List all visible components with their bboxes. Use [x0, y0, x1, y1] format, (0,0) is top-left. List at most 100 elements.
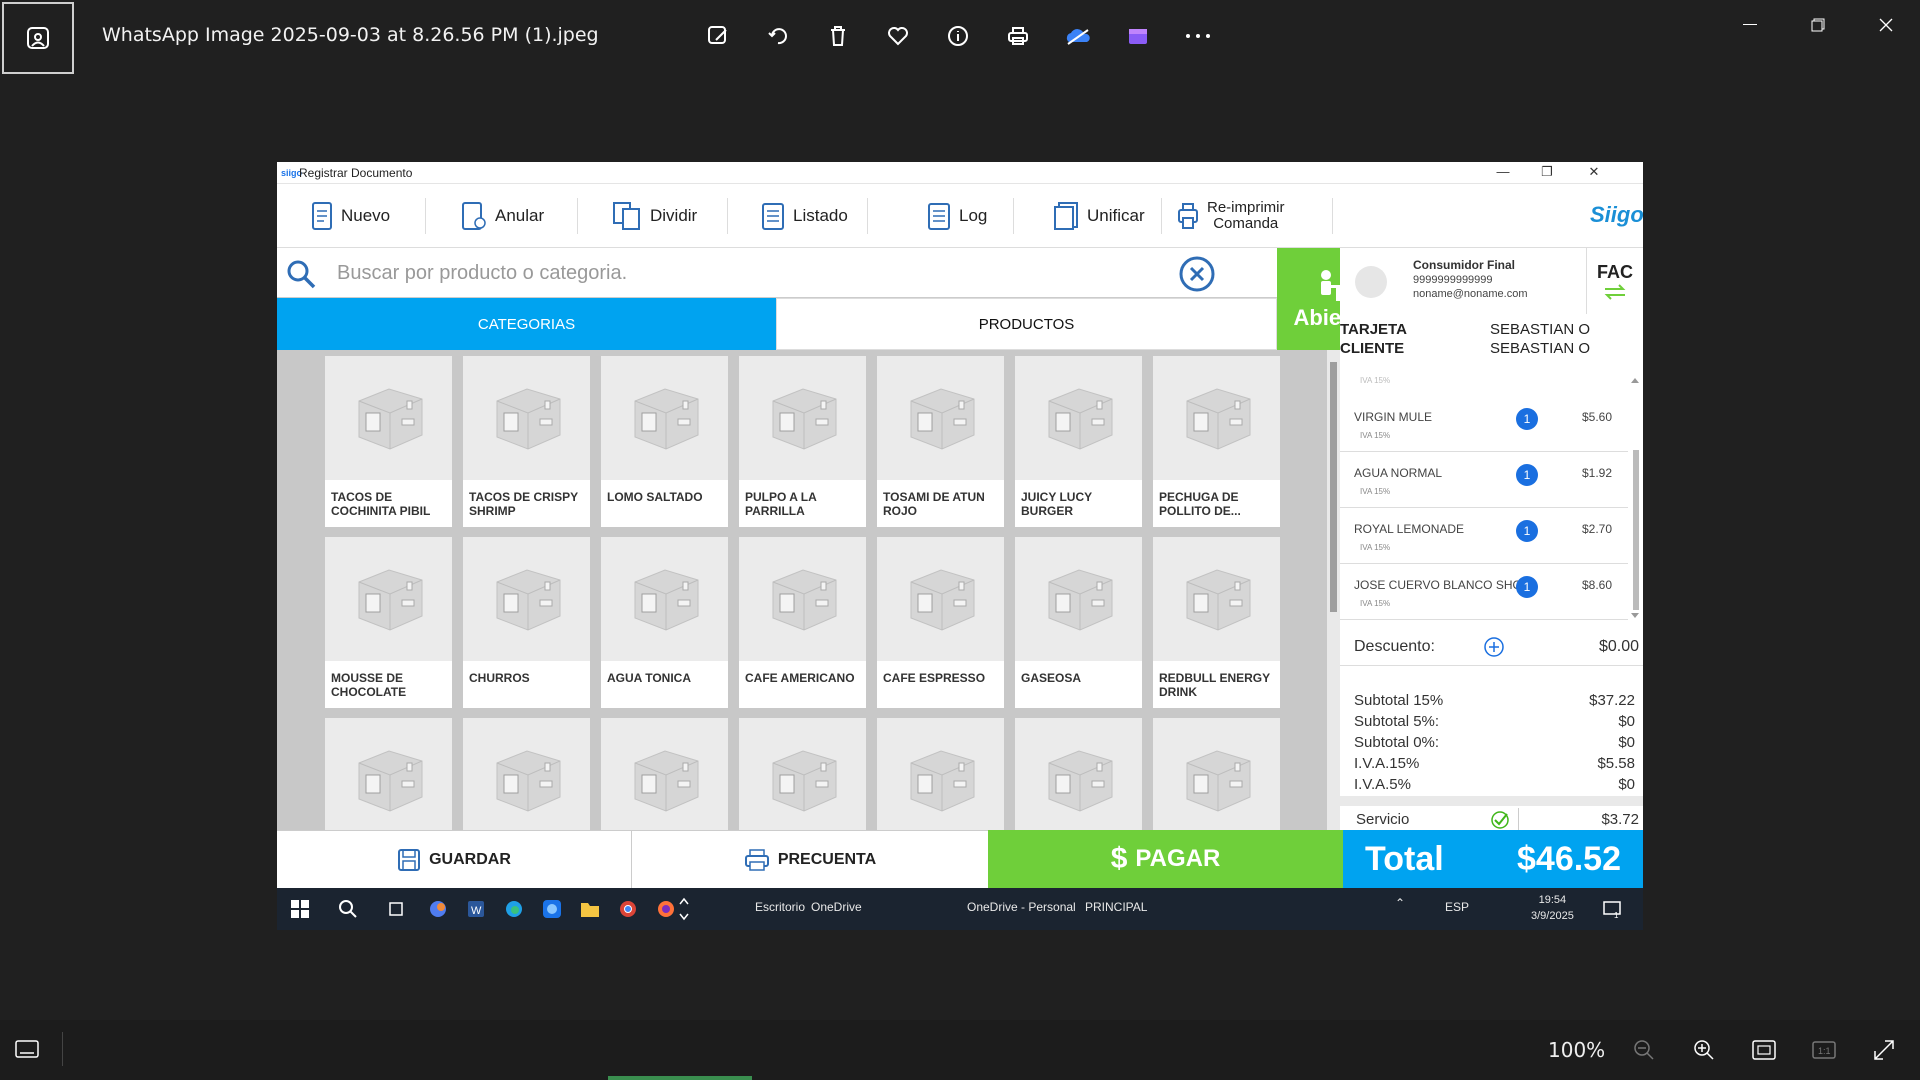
- order-item-row[interactable]: VIRGIN MULE IVA 15% 1 $5.60: [1340, 396, 1628, 452]
- taskbar-onedrive[interactable]: OneDrive: [811, 900, 862, 914]
- app-close-icon[interactable]: ✕: [1574, 164, 1614, 182]
- siigo-pos-taskbar-icon[interactable]: [539, 896, 565, 922]
- items-scrollbar[interactable]: [1630, 374, 1641, 622]
- product-card[interactable]: GASEOSA: [1015, 537, 1142, 708]
- show-hidden-icons[interactable]: ⌃: [1395, 896, 1405, 910]
- zoom-level[interactable]: 100%: [1548, 1038, 1605, 1062]
- product-placeholder-icon: [463, 537, 590, 661]
- minimize-icon[interactable]: [1716, 0, 1784, 50]
- chrome-icon[interactable]: [615, 896, 641, 922]
- product-card[interactable]: [1153, 718, 1280, 830]
- product-card[interactable]: REDBULL ENERGY DRINK: [1153, 537, 1280, 708]
- product-card[interactable]: [1015, 718, 1142, 830]
- task-view-icon[interactable]: [383, 896, 409, 922]
- precuenta-button[interactable]: PRECUENTA: [632, 830, 988, 888]
- product-card[interactable]: CHURROS: [463, 537, 590, 708]
- log-button[interactable]: Log: [927, 196, 987, 236]
- product-card[interactable]: CAFE ESPRESSO: [877, 537, 1004, 708]
- more-options-icon[interactable]: [1180, 18, 1216, 54]
- tab-categorias[interactable]: CATEGORIAS: [277, 298, 776, 350]
- word-icon[interactable]: W: [463, 896, 489, 922]
- product-card[interactable]: LOMO SALTADO: [601, 356, 728, 527]
- customer-email: noname@noname.com: [1413, 288, 1528, 300]
- product-placeholder-icon: [739, 718, 866, 830]
- favorite-heart-icon[interactable]: [880, 18, 916, 54]
- product-card[interactable]: [601, 718, 728, 830]
- product-card[interactable]: [325, 718, 452, 830]
- notifications-icon[interactable]: 1: [1599, 896, 1625, 922]
- guardar-button[interactable]: GUARDAR: [277, 830, 632, 888]
- clipchamp-icon[interactable]: [1120, 18, 1156, 54]
- product-card[interactable]: TOSAMI DE ATUN ROJO: [877, 356, 1004, 527]
- order-item-row[interactable]: JOSE CUERVO BLANCO SHOT IVA 15% 1 $8.60: [1340, 564, 1628, 620]
- fit-to-window-icon[interactable]: [1746, 1034, 1782, 1066]
- listado-button[interactable]: Listado: [761, 196, 848, 236]
- taskbar-escritorio[interactable]: Escritorio: [755, 900, 805, 914]
- add-discount-icon[interactable]: [1483, 636, 1505, 658]
- windows-start-icon[interactable]: [287, 896, 313, 922]
- unificar-button[interactable]: Unificar: [1053, 196, 1145, 236]
- product-grid: TACOS DE COCHINITA PIBIL TACOS DE CRISPY …: [325, 356, 1280, 830]
- product-card[interactable]: JUICY LUCY BURGER: [1015, 356, 1142, 527]
- reimprimir-comanda-button[interactable]: Re-imprimir Comanda: [1177, 196, 1285, 236]
- order-item-qty-badge[interactable]: 1: [1516, 520, 1538, 542]
- product-name: TACOS DE CRISPY SHRIMP: [469, 490, 578, 518]
- zoom-in-icon[interactable]: [1686, 1034, 1722, 1066]
- product-card[interactable]: [739, 718, 866, 830]
- product-card[interactable]: [463, 718, 590, 830]
- nuevo-button[interactable]: Nuevo: [311, 196, 390, 236]
- order-item-tax: IVA 15%: [1360, 599, 1391, 608]
- rotate-icon[interactable]: [760, 18, 796, 54]
- order-item-qty-badge[interactable]: 1: [1516, 408, 1538, 430]
- restore-icon[interactable]: [1784, 0, 1852, 50]
- anular-button[interactable]: Anular: [461, 196, 544, 236]
- product-card[interactable]: [877, 718, 1004, 830]
- dollar-icon: $: [1110, 842, 1128, 875]
- tab-productos[interactable]: PRODUCTOS: [776, 298, 1277, 350]
- photos-app-icon[interactable]: [2, 2, 74, 74]
- dividir-button[interactable]: Dividir: [612, 196, 697, 236]
- taskbar-clock[interactable]: 19:54 3/9/2025: [1531, 892, 1574, 924]
- product-card[interactable]: CAFE AMERICANO: [739, 537, 866, 708]
- copilot-icon[interactable]: [425, 896, 451, 922]
- language-indicator[interactable]: ESP: [1445, 900, 1469, 914]
- order-item-row[interactable]: ROYAL LEMONADE IVA 15% 1 $2.70: [1340, 508, 1628, 564]
- product-card[interactable]: TACOS DE CRISPY SHRIMP: [463, 356, 590, 527]
- order-item-row[interactable]: AGUA NORMAL IVA 15% 1 $1.92: [1340, 452, 1628, 508]
- app-restore-icon[interactable]: ❐: [1527, 164, 1567, 182]
- close-icon[interactable]: [1852, 0, 1920, 50]
- taskbar-principal[interactable]: PRINCIPAL: [1085, 900, 1147, 914]
- info-icon[interactable]: [940, 18, 976, 54]
- clear-search-icon[interactable]: [1179, 256, 1215, 292]
- product-card[interactable]: PULPO A LA PARRILLA: [739, 356, 866, 527]
- file-explorer-icon[interactable]: [577, 896, 603, 922]
- print-icon[interactable]: [1000, 18, 1036, 54]
- filmstrip-icon[interactable]: [14, 1038, 40, 1065]
- delete-icon[interactable]: [820, 18, 856, 54]
- grid-scrollbar[interactable]: [1327, 350, 1340, 830]
- pagar-button[interactable]: $ PAGAR: [988, 830, 1343, 888]
- order-item-qty-badge[interactable]: 1: [1516, 464, 1538, 486]
- onedrive-cloud-icon[interactable]: [1060, 18, 1096, 54]
- product-card[interactable]: AGUA TONICA: [601, 537, 728, 708]
- app-minimize-icon[interactable]: —: [1483, 164, 1523, 182]
- firefox-icon[interactable]: [653, 896, 679, 922]
- order-item-qty-badge[interactable]: 1: [1516, 576, 1538, 598]
- taskbar-overflow-arrows[interactable]: [677, 896, 691, 922]
- taskbar-search-icon[interactable]: [335, 896, 361, 922]
- product-card[interactable]: PECHUGA DE POLLITO DE...: [1153, 356, 1280, 527]
- doc-type-switch[interactable]: FAC: [1586, 248, 1643, 314]
- servicio-check-icon[interactable]: [1490, 810, 1510, 830]
- search-icon[interactable]: [285, 258, 317, 290]
- order-item-name: AGUA NORMAL: [1354, 466, 1443, 480]
- taskbar-onedrive-personal[interactable]: OneDrive - Personal: [967, 900, 1076, 914]
- fullscreen-icon[interactable]: [1866, 1034, 1902, 1066]
- customer-info[interactable]: Consumidor Final 9999999999999 noname@no…: [1340, 248, 1586, 314]
- product-card[interactable]: TACOS DE COCHINITA PIBIL: [325, 356, 452, 527]
- search-input[interactable]: [337, 256, 1137, 290]
- edit-image-icon[interactable]: [700, 18, 736, 54]
- zoom-out-icon[interactable]: [1626, 1034, 1662, 1066]
- product-card[interactable]: MOUSSE DE CHOCOLATE: [325, 537, 452, 708]
- actual-size-icon[interactable]: 1:1: [1806, 1034, 1842, 1066]
- edge-icon[interactable]: [501, 896, 527, 922]
